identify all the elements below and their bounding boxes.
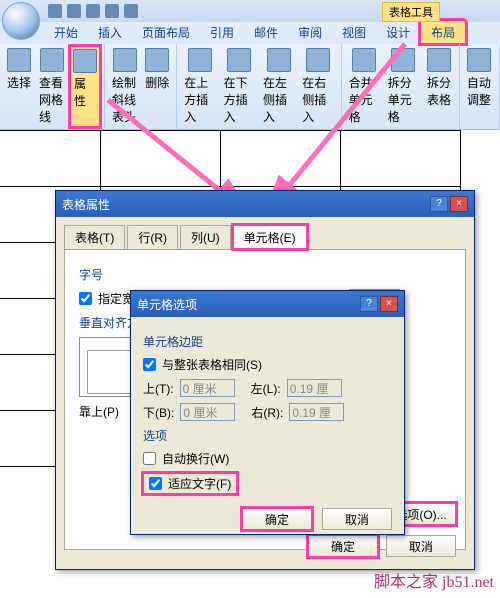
dlg1-tab-row[interactable]: 行(R): [127, 225, 178, 249]
valign-top-label: 靠上(P): [79, 403, 119, 420]
office-button[interactable]: [2, 2, 40, 40]
dlg1-tabs: 表格(T) 行(R) 列(U) 单元格(E): [64, 225, 466, 250]
lbl-right: 右(R):: [251, 404, 283, 421]
dlg1-tab-table[interactable]: 表格(T): [64, 225, 125, 249]
close-icon[interactable]: ×: [450, 196, 468, 212]
lbl-fit-text: 适应文字(F): [168, 475, 231, 492]
chk-same-as-table[interactable]: [143, 358, 156, 371]
dlg2-cancel-button[interactable]: 取消: [322, 508, 392, 530]
help-icon[interactable]: ?: [360, 296, 378, 312]
dlg2-titlebar[interactable]: 单元格选项 ? ×: [131, 291, 404, 317]
margins-label: 单元格边距: [143, 333, 392, 350]
options-label: 选项: [143, 427, 392, 444]
dlg1-tab-cell[interactable]: 单元格(E): [233, 225, 307, 249]
inp-right: [289, 403, 344, 421]
watermark: 脚本之家 jb51.net: [374, 568, 494, 592]
dlg1-title: 表格属性: [62, 196, 110, 213]
dlg2-body: 单元格边距 与整张表格相同(S) 上(T): 左(L): 下(B): 右(R):…: [131, 317, 404, 546]
dlg2-title: 单元格选项: [137, 296, 197, 313]
lbl-bottom: 下(B):: [143, 404, 174, 421]
dlg2-ok-button[interactable]: 确定: [242, 508, 312, 530]
help-icon[interactable]: ?: [430, 196, 448, 212]
size-label: 字号: [79, 266, 451, 283]
chk-specify-width[interactable]: [79, 292, 92, 305]
lbl-left: 左(L):: [251, 380, 281, 397]
lbl-wrap-text: 自动换行(W): [162, 450, 229, 467]
close-icon[interactable]: ×: [380, 296, 398, 312]
inp-top: [180, 379, 235, 397]
inp-bottom: [180, 403, 235, 421]
lbl-top: 上(T):: [143, 380, 174, 397]
dialog-cell-options: 单元格选项 ? × 单元格边距 与整张表格相同(S) 上(T): 左(L): 下…: [130, 290, 405, 535]
dlg1-tab-column[interactable]: 列(U): [180, 225, 231, 249]
lbl-same-as-table: 与整张表格相同(S): [162, 356, 262, 373]
chk-wrap-text[interactable]: [143, 452, 156, 465]
chk-fit-text[interactable]: [149, 477, 162, 490]
inp-left: [287, 379, 342, 397]
dlg1-titlebar[interactable]: 表格属性 ? ×: [56, 191, 474, 217]
